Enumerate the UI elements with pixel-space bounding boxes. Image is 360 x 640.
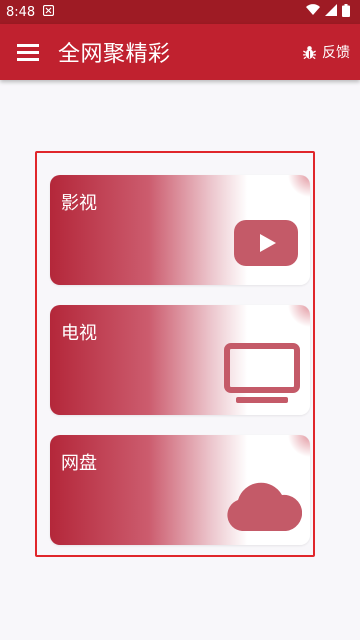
menu-icon [17, 44, 39, 61]
card-video[interactable]: 影视 [50, 175, 310, 285]
play-video-icon [234, 220, 298, 266]
app-bar: 全网聚精彩 反馈 [0, 24, 360, 80]
signal-icon [325, 4, 337, 20]
card-cloud-drive-label: 网盘 [61, 453, 97, 474]
card-video-label: 影视 [61, 193, 97, 214]
feedback-button[interactable]: 反馈 [302, 42, 350, 62]
tv-icon [224, 343, 300, 403]
bug-icon [303, 45, 316, 59]
menu-button[interactable] [0, 24, 56, 80]
battery-icon [342, 3, 350, 21]
card-tv[interactable]: 电视 [50, 305, 310, 415]
card-cloud-drive[interactable]: 网盘 [50, 435, 310, 545]
page-title: 全网聚精彩 [58, 42, 171, 67]
status-time: 8:48 [6, 4, 36, 20]
status-bar: 8:48 [0, 0, 360, 24]
cloud-icon [227, 482, 302, 531]
notification-icon [43, 4, 55, 20]
feedback-label: 反馈 [322, 45, 350, 61]
wifi-icon [306, 4, 320, 20]
card-tv-label: 电视 [61, 323, 97, 344]
